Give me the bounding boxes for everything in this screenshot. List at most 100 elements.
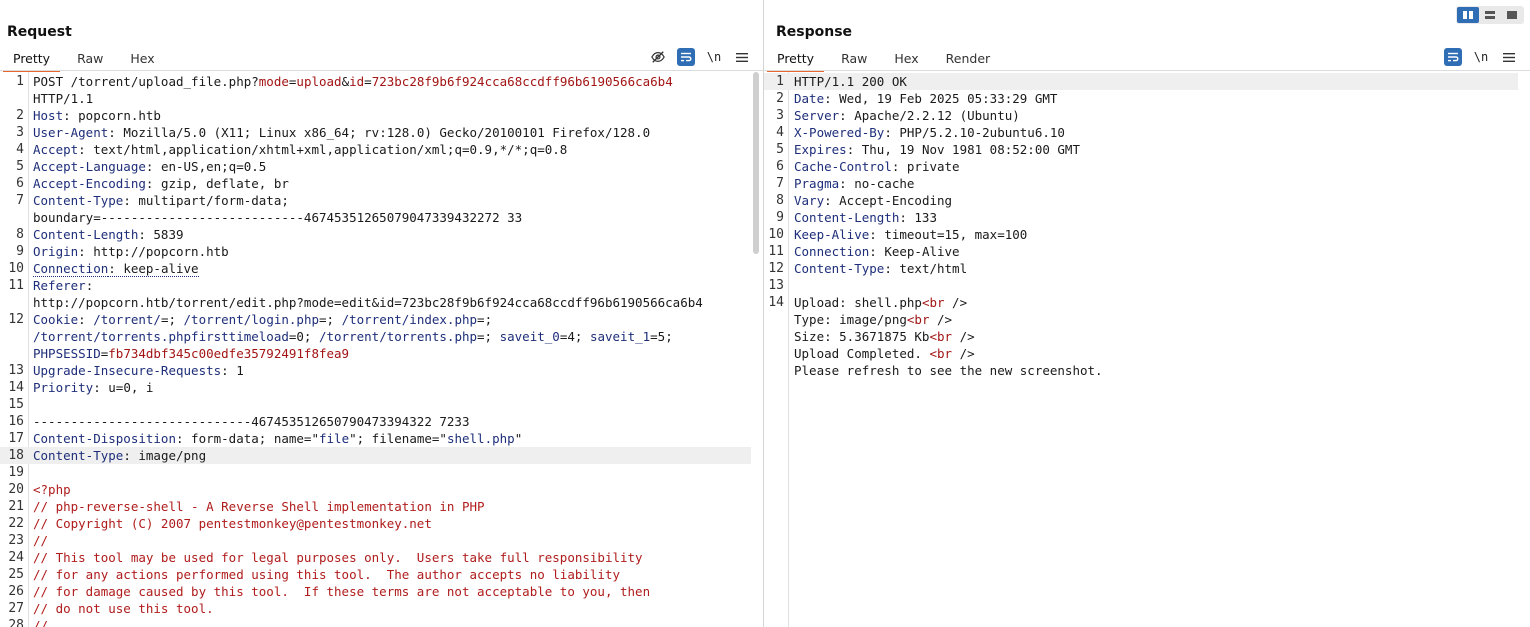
code-line: 19 (0, 464, 751, 481)
code-text: Connection: Keep-Alive (764, 243, 1518, 260)
tab-pretty[interactable]: Pretty (3, 48, 61, 72)
response-title: Response (776, 24, 853, 40)
code-token: : (78, 312, 94, 327)
code-text: Content-Type: text/html (764, 260, 1518, 277)
code-line: 9 Content-Length: 133 (764, 209, 1518, 226)
code-line: 6 Accept-Encoding: gzip, deflate, br (0, 175, 751, 192)
code-token: mode (258, 74, 289, 89)
response-editor[interactable]: 1 HTTP/1.1 200 OK 2 Date: Wed, 19 Feb 2025 … (764, 72, 1530, 627)
code-token: Referer (33, 278, 86, 293)
code-token: : u=0, i (93, 380, 154, 395)
line-number: 7 (776, 176, 784, 191)
tab-raw[interactable]: Raw (67, 48, 113, 70)
code-text: Expires: Thu, 19 Nov 1981 08:52:00 GMT (764, 141, 1518, 158)
stacked-layout-icon[interactable] (1479, 7, 1501, 23)
code-token: : timeout=15, max=100 (869, 227, 1028, 242)
code-token: =0; (288, 329, 319, 344)
request-scrollbar[interactable] (752, 72, 760, 627)
tab-raw[interactable]: Raw (831, 48, 877, 70)
request-scrollbar-thumb[interactable] (753, 72, 759, 254)
tab-hex[interactable]: Hex (884, 48, 928, 70)
code-line: 12 Content-Type: text/html (764, 260, 1518, 277)
tab-render[interactable]: Render (936, 48, 1001, 70)
line-number: 7 (16, 193, 24, 208)
newline-toggle[interactable]: \n (1472, 48, 1490, 66)
hamburger-menu-icon[interactable] (733, 48, 751, 66)
code-text: Vary: Accept-Encoding (764, 192, 1518, 209)
line-number: 9 (16, 244, 24, 259)
request-tabs: Pretty Raw Hex (3, 48, 172, 72)
request-code[interactable]: 1 POST /torrent/upload_file.php?mode = uplo… (0, 73, 751, 627)
code-token: <br (929, 329, 953, 344)
line-number: 4 (16, 142, 24, 157)
line-number: 3 (16, 125, 24, 140)
code-text: Cache-Control: private (764, 158, 1518, 175)
code-token: POST /torrent/upload_file.php? (33, 74, 259, 89)
code-token: 723bc28f9b6f924cca68ccdff96b6190566ca6b4 (371, 74, 673, 89)
code-line: 26 // for damage caused by this tool. If … (0, 583, 751, 600)
wrap-lines-icon[interactable] (1444, 48, 1462, 66)
code-line: 7 Content-Type: multipart/form-data; bound… (0, 192, 751, 226)
line-number: 11 (8, 278, 24, 293)
code-token: /> (952, 346, 975, 361)
newline-toggle[interactable]: \n (705, 48, 723, 66)
code-line: 10 Connection: keep-alive (0, 260, 751, 277)
code-line: 7 Pragma: no-cache (764, 175, 1518, 192)
code-text: // for damage caused by this tool. If th… (0, 583, 751, 600)
line-number: 14 (768, 295, 784, 310)
code-text: // for any actions performed using this … (0, 566, 751, 583)
code-token: : en-US,en;q=0.5 (145, 159, 267, 174)
code-token: http://popcorn.htb/torrent/edit.php?mode… (33, 295, 703, 310)
code-token: Keep-Alive (794, 227, 870, 242)
code-line: 20 <?php (0, 481, 751, 498)
tab-pretty[interactable]: Pretty (767, 48, 825, 72)
code-line: 21 // php-reverse-shell - A Reverse Shell… (0, 498, 751, 515)
code-text: X-Powered-By: PHP/5.2.10-2ubuntu6.10 (764, 124, 1518, 141)
code-token: Host (33, 108, 64, 123)
code-token: Content-Length (33, 227, 139, 242)
code-line: 23 // (0, 532, 751, 549)
line-number: 6 (776, 159, 784, 174)
code-line: 8 Vary: Accept-Encoding (764, 192, 1518, 209)
code-token: : (85, 278, 94, 293)
code-token: Content-Type (33, 193, 124, 208)
code-text: Upload: shell.php<br /> (764, 294, 1518, 311)
response-tabs: Pretty Raw Hex Render (767, 48, 1007, 72)
eye-slash-icon[interactable] (649, 48, 667, 66)
code-line: 28 // (0, 617, 751, 627)
code-token: Pragma (794, 176, 840, 191)
code-text: Please refresh to see the new screenshot… (764, 362, 1518, 379)
code-line: 3 Server: Apache/2.2.12 (Ubuntu) (764, 107, 1518, 124)
side-by-side-layout-icon[interactable] (1457, 7, 1479, 23)
code-text: // php-reverse-shell - A Reverse Shell i… (0, 498, 751, 515)
request-editor[interactable]: 1 POST /torrent/upload_file.php?mode = uplo… (0, 72, 763, 627)
code-token: =4; (559, 329, 590, 344)
code-token: : Accept-Encoding (824, 193, 953, 208)
code-token: : Mozilla/5.0 (X11; Linux x86_64; rv:128… (108, 125, 651, 140)
code-token: boundary=---------------------------4674… (33, 210, 523, 225)
code-token: // Copyright (C) 2007 pentestmonkey@pent… (33, 516, 432, 531)
hamburger-menu-icon[interactable] (1500, 48, 1518, 66)
code-token: Cache-Control (794, 159, 892, 174)
code-token: : PHP/5.2.10-2ubuntu6.10 (884, 125, 1065, 140)
code-text: <?php (0, 481, 751, 498)
line-number: 18 (8, 448, 24, 463)
code-text: Origin: http://popcorn.htb (0, 243, 751, 260)
line-number: 2 (16, 108, 24, 123)
tab-hex[interactable]: Hex (120, 48, 164, 70)
code-token: Content-Type (33, 448, 124, 463)
code-line: 18 Content-Type: image/png (0, 447, 751, 464)
code-token: : http://popcorn.htb (78, 244, 229, 259)
wrap-lines-icon[interactable] (677, 48, 695, 66)
line-number: 11 (768, 244, 784, 259)
code-line: 8 Content-Length: 5839 (0, 226, 751, 243)
code-token: Content-Type (794, 261, 885, 276)
line-number: 25 (8, 567, 24, 582)
code-token: : Thu, 19 Nov 1981 08:52:00 GMT (846, 142, 1080, 157)
response-code[interactable]: 1 HTTP/1.1 200 OK 2 Date: Wed, 19 Feb 2025 … (764, 73, 1518, 379)
code-token: // for any actions performed using this … (33, 567, 620, 582)
code-token: : popcorn.htb (63, 108, 161, 123)
single-pane-layout-icon[interactable] (1501, 7, 1523, 23)
